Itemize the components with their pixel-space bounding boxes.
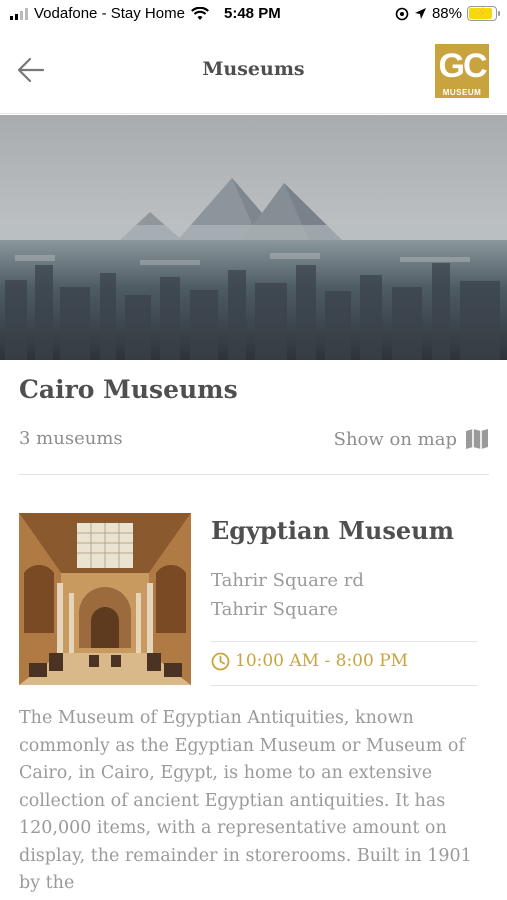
status-bar: Vodafone - Stay Home 5:48 PM 88% ⚡	[0, 0, 507, 28]
card-divider-bottom	[211, 685, 477, 686]
museum-address: Tahrir Square rd Tahrir Square	[211, 566, 364, 624]
section-title: Cairo Museums	[19, 375, 238, 404]
museum-description: The Museum of Egyptian Antiquities, know…	[19, 708, 472, 893]
gc-museum-logo[interactable]: GC MUSEUM	[435, 44, 489, 98]
cellular-signal-icon	[10, 7, 28, 20]
hero-image	[0, 115, 507, 360]
nav-bar: Museums GC MUSEUM	[0, 28, 507, 114]
address-line-1: Tahrir Square rd	[211, 570, 364, 591]
battery-icon: ⚡	[467, 6, 500, 21]
museum-interior-image	[19, 513, 191, 685]
screen-lock-icon	[395, 7, 409, 20]
show-on-map-label: Show on map	[333, 428, 457, 450]
status-right: 88% ⚡	[395, 5, 500, 22]
location-arrow-icon	[414, 8, 426, 19]
opening-hours: 10:00 AM - 8:00 PM	[211, 651, 408, 671]
map-icon	[466, 429, 488, 449]
show-on-map-button[interactable]: Show on map	[334, 428, 489, 450]
address-line-2: Tahrir Square	[211, 599, 339, 620]
battery-percent: 88%	[431, 5, 462, 22]
museum-name[interactable]: Egyptian Museum	[211, 516, 454, 545]
pyramids-cityscape-image	[0, 115, 507, 360]
opening-hours-text: 10:00 AM - 8:00 PM	[235, 651, 409, 671]
logo-word: MUSEUM	[442, 88, 482, 97]
status-left: Vodafone - Stay Home	[10, 5, 209, 22]
logo-letters: GC	[438, 47, 488, 85]
page-title: Museums	[202, 58, 305, 80]
museum-count: 3 museums	[19, 428, 123, 449]
section-divider	[19, 474, 489, 475]
status-time: 5:48 PM	[224, 5, 281, 22]
wifi-icon	[190, 6, 209, 20]
clock-icon	[211, 652, 230, 670]
egyptian-museum-thumbnail[interactable]	[19, 513, 191, 685]
carrier-label: Vodafone - Stay Home	[34, 5, 185, 22]
charging-bolt-icon: ⚡	[469, 8, 492, 19]
card-divider-top	[211, 641, 477, 642]
